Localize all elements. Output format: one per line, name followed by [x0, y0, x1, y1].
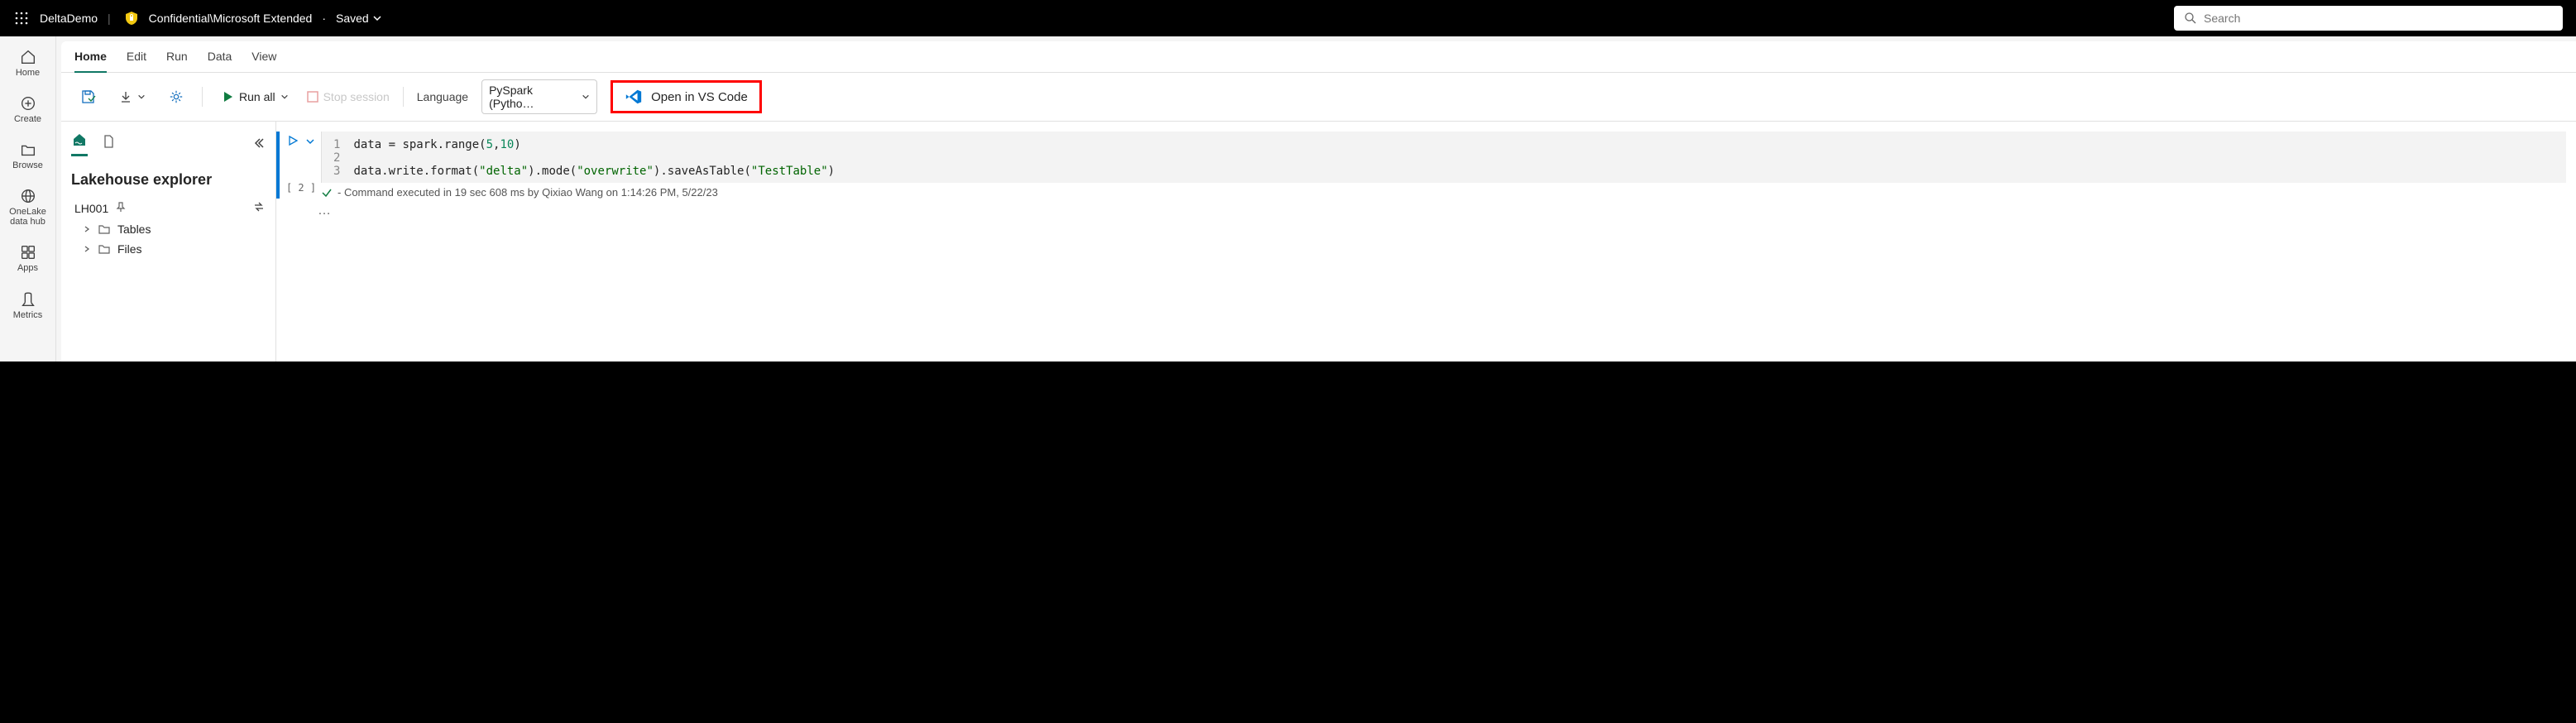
toolbar: Run all Stop session Language PySpark (P…	[61, 73, 2576, 122]
tree-item-files[interactable]: Files	[71, 236, 266, 256]
cell-more-icon[interactable]: …	[276, 199, 2566, 218]
ribbon-tabs: Home Edit Run Data View	[61, 41, 2576, 73]
notebook-code-area: [ 2 ] 1 2 3 data = spark.range(5,10) dat…	[276, 122, 2576, 362]
line-numbers: 1 2 3	[333, 138, 340, 178]
tree-label: Files	[117, 242, 142, 256]
lakehouse-explorer-panel: Lakehouse explorer LH001 Tables	[61, 122, 276, 362]
rail-label: Browse	[12, 160, 43, 170]
stop-session-button: Stop session	[307, 90, 390, 103]
chevron-down-icon	[582, 93, 590, 101]
language-label: Language	[417, 90, 468, 103]
cell-gutter: [ 2 ]	[281, 132, 321, 199]
cell-selected-indicator	[276, 132, 280, 199]
rail-item-onelake[interactable]: OneLake data hub	[0, 182, 55, 232]
language-value: PySpark (Pytho…	[489, 84, 577, 110]
chevron-down-icon	[137, 93, 146, 101]
collapse-panel-icon[interactable]	[252, 136, 266, 152]
folder-icon	[98, 242, 111, 256]
search-field[interactable]	[2204, 12, 2553, 25]
folder-icon	[98, 223, 111, 236]
tab-edit[interactable]: Edit	[127, 50, 146, 72]
stop-icon	[307, 91, 318, 103]
cell-more-actions[interactable]	[305, 136, 315, 149]
workspace-name[interactable]: DeltaDemo	[40, 12, 98, 25]
stop-session-label: Stop session	[323, 90, 390, 103]
tab-view[interactable]: View	[251, 50, 276, 72]
left-rail: Home Create Browse OneLake data hub Apps…	[0, 36, 56, 362]
sensitivity-label[interactable]: Confidential\Microsoft Extended	[149, 12, 313, 25]
lakehouse-name-text: LH001	[74, 202, 108, 215]
tab-home[interactable]: Home	[74, 50, 107, 73]
rail-item-home[interactable]: Home	[0, 43, 55, 83]
separator	[202, 87, 203, 107]
pin-icon[interactable]	[115, 201, 127, 215]
settings-button[interactable]	[164, 86, 189, 108]
explorer-title: Lakehouse explorer	[71, 171, 266, 189]
tree-label: Tables	[117, 223, 151, 236]
open-vscode-label: Open in VS Code	[651, 90, 748, 104]
chevron-down-icon	[280, 93, 289, 101]
cell-status-line: - Command executed in 19 sec 608 ms by Q…	[321, 186, 2566, 199]
rail-label: Apps	[17, 263, 38, 273]
rail-item-create[interactable]: Create	[0, 89, 55, 129]
sync-icon[interactable]	[252, 200, 266, 216]
play-icon	[221, 90, 234, 103]
exec-number: [ 2 ]	[286, 182, 316, 194]
run-all-label: Run all	[239, 90, 275, 103]
rail-item-apps[interactable]: Apps	[0, 238, 55, 278]
explorer-tab-lakehouse[interactable]	[71, 132, 88, 156]
rail-label: Metrics	[13, 310, 42, 320]
save-button[interactable]	[74, 85, 101, 108]
rail-label: Home	[16, 68, 40, 78]
lakehouse-icon	[71, 132, 88, 148]
open-in-vscode-button[interactable]: Open in VS Code	[610, 80, 762, 113]
run-all-button[interactable]: Run all	[216, 87, 294, 107]
save-status[interactable]: Saved	[336, 12, 382, 25]
separator: |	[108, 12, 111, 25]
chevron-right-icon	[83, 225, 91, 233]
app-launcher-icon[interactable]	[13, 10, 30, 26]
checkmark-icon	[321, 187, 333, 199]
rail-item-metrics[interactable]: Metrics	[0, 285, 55, 325]
cell-status-text: - Command executed in 19 sec 608 ms by Q…	[338, 186, 718, 199]
lakehouse-name-row[interactable]: LH001	[71, 200, 266, 216]
separator: ·	[322, 12, 326, 25]
tab-run[interactable]: Run	[166, 50, 188, 72]
separator	[403, 87, 404, 107]
explorer-tab-files[interactable]	[101, 134, 116, 155]
chevron-right-icon	[83, 245, 91, 253]
run-cell-button[interactable]	[287, 135, 299, 149]
rail-label: Create	[14, 114, 41, 124]
search-icon	[2184, 12, 2197, 25]
tree-item-tables[interactable]: Tables	[71, 216, 266, 236]
rail-label: OneLake data hub	[0, 207, 55, 227]
save-status-text: Saved	[336, 12, 369, 25]
file-icon	[101, 134, 116, 149]
download-button[interactable]	[114, 87, 151, 107]
search-input[interactable]	[2174, 6, 2563, 31]
code-cell[interactable]: 1 2 3 data = spark.range(5,10) data.writ…	[321, 132, 2566, 183]
code-content[interactable]: data = spark.range(5,10) data.write.form…	[353, 138, 2554, 178]
rail-item-browse[interactable]: Browse	[0, 136, 55, 175]
chevron-down-icon	[372, 13, 382, 23]
vscode-icon	[625, 88, 643, 106]
tab-data[interactable]: Data	[208, 50, 232, 72]
language-select[interactable]: PySpark (Pytho…	[481, 79, 597, 114]
shield-icon	[124, 11, 139, 26]
